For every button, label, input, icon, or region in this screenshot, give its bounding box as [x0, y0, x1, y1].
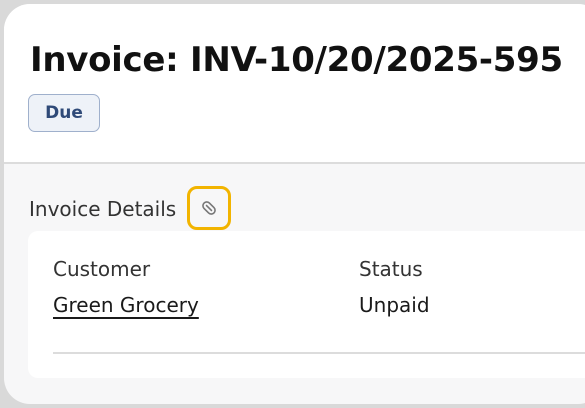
customer-label: Customer: [53, 257, 151, 281]
status-badge: Due: [28, 94, 100, 132]
attach-button[interactable]: [187, 186, 231, 230]
details-divider: [53, 352, 585, 354]
invoice-header: Invoice: INV-10/20/2025-595 Due: [4, 4, 585, 164]
invoice-details-panel: Customer Green Grocery Status Unpaid: [28, 231, 585, 378]
invoice-details-label: Invoice Details: [29, 197, 177, 221]
invoice-card: Invoice: INV-10/20/2025-595 Due Invoice …: [4, 4, 585, 404]
paperclip-icon: [202, 201, 216, 215]
window-frame: Invoice: INV-10/20/2025-595 Due Invoice …: [0, 0, 585, 408]
status-label: Status: [359, 257, 423, 281]
page-title: Invoice: INV-10/20/2025-595: [30, 40, 563, 80]
customer-link[interactable]: Green Grocery: [53, 293, 199, 317]
status-value: Unpaid: [359, 293, 430, 317]
